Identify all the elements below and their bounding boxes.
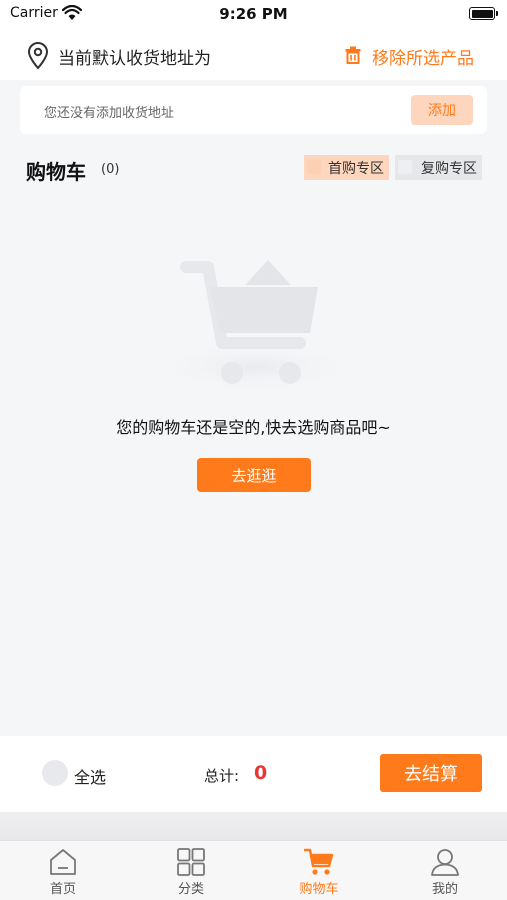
checkout-button[interactable]: 去结算	[380, 754, 482, 792]
tab-home[interactable]: 首页	[0, 841, 126, 900]
trash-icon[interactable]	[345, 46, 361, 64]
tab-bar: 首页 分类 购物车 我的	[0, 840, 507, 900]
zone-checkbox	[307, 160, 321, 174]
remove-selected-button[interactable]: 移除所选产品	[372, 44, 474, 69]
tab-category[interactable]: 分类	[128, 841, 254, 900]
tab-label: 我的	[431, 882, 458, 897]
zone-label: 复购专区	[421, 160, 477, 177]
checkout-bar: 全选 总计: 0 去结算	[0, 736, 507, 812]
select-all-radio[interactable]	[42, 760, 68, 786]
battery-icon	[469, 7, 498, 20]
empty-cart-illustration-icon	[150, 260, 360, 395]
address-card: 您还没有添加收货地址 添加	[20, 86, 487, 134]
tab-profile[interactable]: 我的	[382, 841, 507, 900]
tab-label: 购物车	[299, 882, 339, 897]
add-address-button[interactable]: 添加	[411, 95, 473, 125]
clock: 9:26 PM	[219, 5, 288, 23]
status-bar: Carrier 9:26 PM	[0, 0, 507, 28]
cart-title: 购物车	[26, 160, 86, 184]
default-address-title: 当前默认收货地址为	[58, 49, 211, 69]
divider	[0, 812, 507, 842]
empty-cart-message: 您的购物车还是空的,快去选购商品吧~	[116, 418, 391, 437]
tab-label: 首页	[49, 882, 76, 897]
zone-label: 首购专区	[328, 160, 384, 177]
location-pin-icon	[27, 42, 49, 70]
grid-icon	[177, 848, 205, 876]
total-value: 0	[254, 762, 268, 784]
first-purchase-zone-tab[interactable]: 首购专区	[304, 155, 389, 180]
no-address-text: 您还没有添加收货地址	[44, 106, 175, 121]
cart-count: (0)	[101, 162, 120, 177]
zone-checkbox	[398, 160, 412, 174]
address-header: 当前默认收货地址为 移除所选产品	[0, 28, 507, 80]
browse-button[interactable]: 去逛逛	[197, 458, 311, 492]
cart-icon	[304, 848, 334, 875]
total-label: 总计:	[204, 767, 240, 785]
user-icon	[431, 849, 459, 876]
tab-label: 分类	[177, 882, 204, 897]
select-all-label[interactable]: 全选	[74, 764, 106, 788]
repurchase-zone-tab[interactable]: 复购专区	[395, 155, 482, 180]
home-icon	[50, 849, 76, 875]
tab-cart[interactable]: 购物车	[256, 841, 382, 900]
